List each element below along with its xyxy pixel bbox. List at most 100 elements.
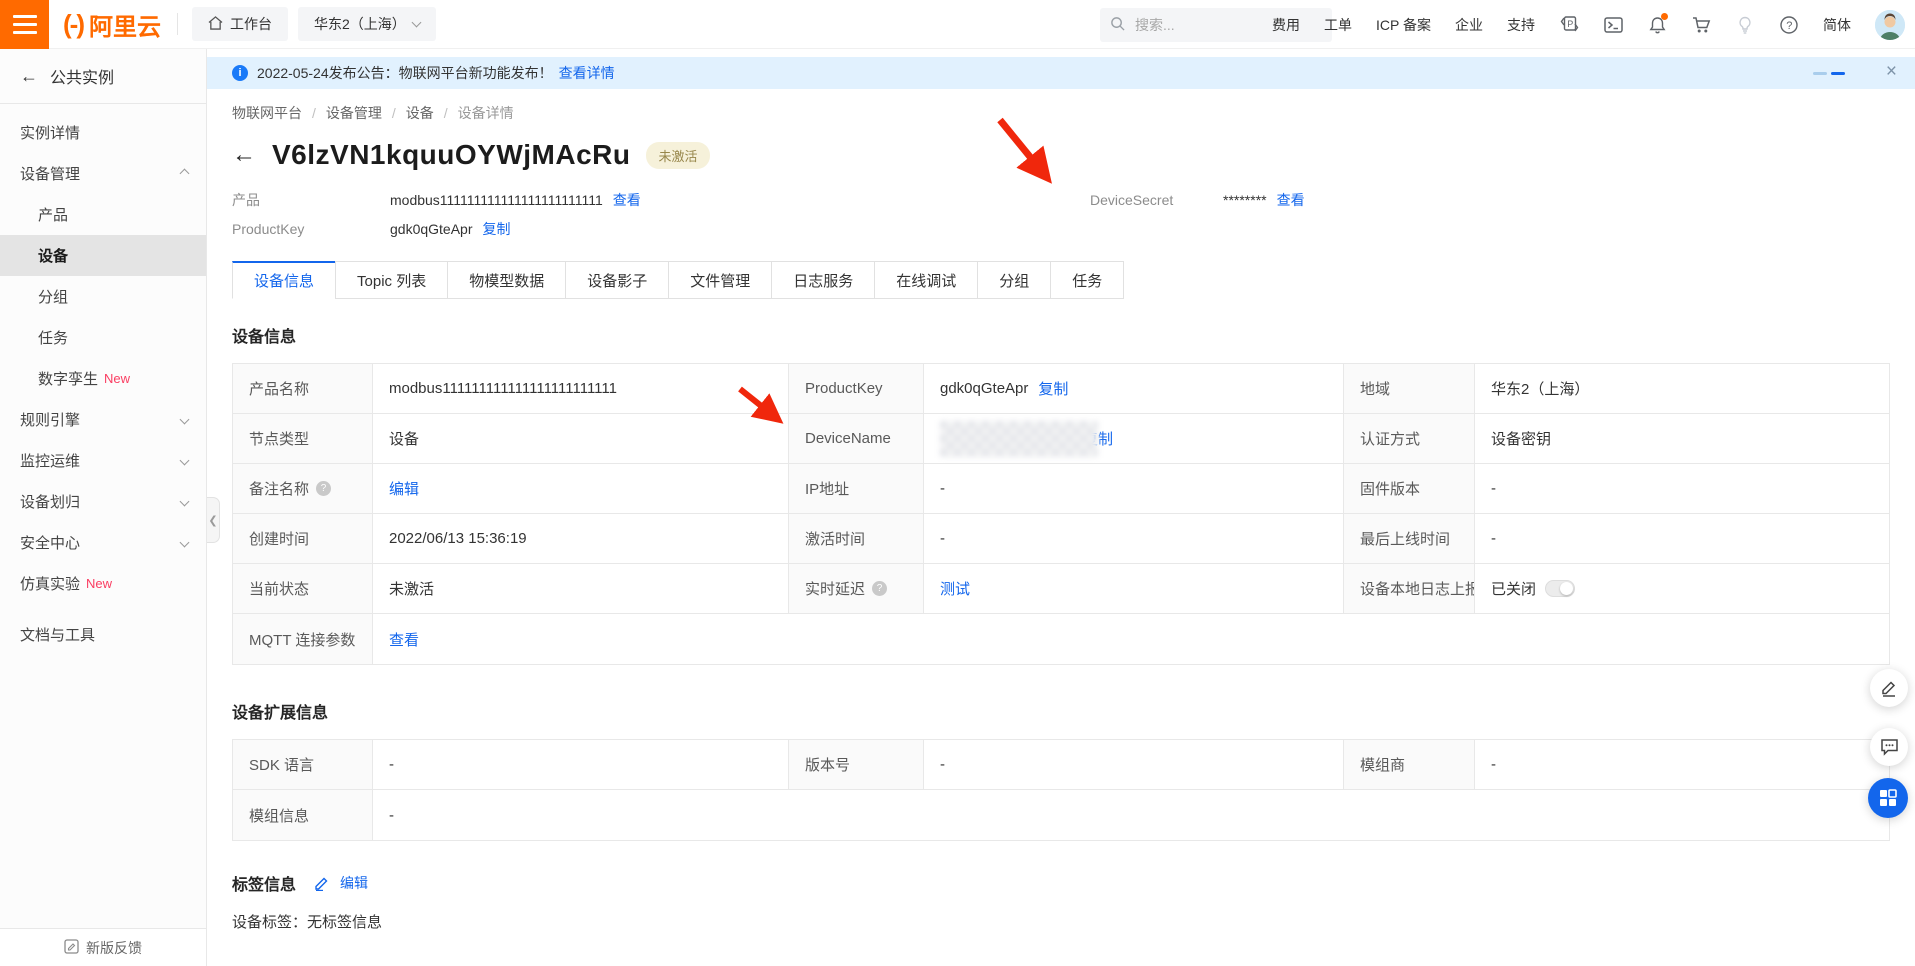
svg-text:?: ? bbox=[1786, 20, 1792, 32]
tab-groups[interactable]: 分组 bbox=[977, 261, 1051, 299]
row-label: 模组信息 bbox=[233, 790, 373, 840]
workbench-button[interactable]: 工作台 bbox=[192, 7, 288, 41]
breadcrumb-devices[interactable]: 设备 bbox=[406, 103, 434, 123]
terminal-icon[interactable] bbox=[1603, 15, 1623, 35]
tab-log-service[interactable]: 日志服务 bbox=[771, 261, 875, 299]
sidebar-collapse-handle[interactable]: ❮ bbox=[207, 497, 220, 543]
table-row: 创建时间 2022/06/13 15:36:19 激活时间 - 最后上线时间 - bbox=[233, 514, 1889, 564]
auth-type-value: 设备密钥 bbox=[1475, 414, 1889, 463]
help-tooltip-icon[interactable]: ? bbox=[316, 481, 331, 496]
edit-pencil-icon[interactable] bbox=[314, 875, 330, 891]
sidebar-item-security-center[interactable]: 安全中心 bbox=[0, 522, 206, 563]
product-view-link[interactable]: 查看 bbox=[613, 190, 641, 210]
tag-edit-link[interactable]: 编辑 bbox=[340, 873, 368, 893]
devicename-label: DeviceName bbox=[789, 414, 924, 463]
ticket-link[interactable]: 工单 bbox=[1324, 15, 1352, 35]
device-tag-value: 无标签信息 bbox=[307, 911, 382, 932]
tab-tsl-data[interactable]: 物模型数据 bbox=[447, 261, 566, 299]
fee-link[interactable]: 费用 bbox=[1272, 15, 1300, 35]
back-arrow-icon[interactable]: ← bbox=[20, 66, 38, 87]
tab-device-info[interactable]: 设备信息 bbox=[232, 261, 336, 299]
productkey-meta-row: ProductKey gdk0qGteApr 复制 bbox=[232, 214, 1890, 243]
realtime-delay-cell: 测试 bbox=[924, 564, 1344, 613]
sidebar-item-digital-twin[interactable]: 数字孪生New bbox=[0, 358, 206, 399]
user-avatar[interactable] bbox=[1875, 10, 1905, 40]
support-link[interactable]: 支持 bbox=[1507, 15, 1535, 35]
edit-link[interactable]: 编辑 bbox=[389, 478, 419, 499]
sidebar-item-simulation[interactable]: 仿真实验New bbox=[0, 563, 206, 604]
region-value: 华东2（上海） bbox=[1475, 364, 1889, 413]
sidebar-item-devices[interactable]: 设备 bbox=[0, 235, 206, 276]
product-name-value: modbus111111111111111111111111 bbox=[373, 364, 789, 413]
apps-grid-float-button[interactable] bbox=[1868, 778, 1908, 818]
api-icon[interactable]: P bbox=[1559, 15, 1579, 35]
table-row: 备注名称? 编辑 IP地址 - 固件版本 - bbox=[233, 464, 1889, 514]
row-label: 固件版本 bbox=[1344, 464, 1475, 513]
row-label: SDK 语言 bbox=[233, 740, 373, 789]
new-badge: New bbox=[86, 576, 112, 591]
home-icon bbox=[208, 16, 223, 33]
device-info-section-title: 设备信息 bbox=[232, 323, 1890, 347]
grid-icon bbox=[1879, 789, 1897, 807]
icp-link[interactable]: ICP 备案 bbox=[1376, 15, 1431, 35]
info-icon: i bbox=[232, 65, 248, 81]
sidebar-item-instance-detail[interactable]: 实例详情 bbox=[0, 112, 206, 153]
tab-file-management[interactable]: 文件管理 bbox=[668, 261, 772, 299]
lightbulb-icon[interactable] bbox=[1735, 15, 1755, 35]
tab-topic-list[interactable]: Topic 列表 bbox=[335, 261, 448, 299]
sidebar-item-rules-engine[interactable]: 规则引擎 bbox=[0, 399, 206, 440]
view-link[interactable]: 查看 bbox=[389, 629, 419, 650]
chat-bubble-icon bbox=[1880, 738, 1899, 756]
local-log-toggle[interactable] bbox=[1545, 580, 1575, 597]
sidebar-item-device-management[interactable]: 设备管理 bbox=[0, 153, 206, 194]
activation-time-value: - bbox=[924, 514, 1344, 563]
copy-link[interactable]: 复制 bbox=[1038, 378, 1068, 399]
row-label: 最后上线时间 bbox=[1344, 514, 1475, 563]
feedback-edit-float-button[interactable] bbox=[1870, 669, 1908, 707]
help-tooltip-icon[interactable]: ? bbox=[872, 581, 887, 596]
tab-online-debug[interactable]: 在线调试 bbox=[874, 261, 978, 299]
row-label: 地域 bbox=[1344, 364, 1475, 413]
banner-page-indicators[interactable] bbox=[1813, 72, 1845, 75]
row-label: IP地址 bbox=[789, 464, 924, 513]
announcement-detail-link[interactable]: 查看详情 bbox=[559, 63, 615, 83]
sidebar-item-monitoring[interactable]: 监控运维 bbox=[0, 440, 206, 481]
row-label: 产品名称 bbox=[233, 364, 373, 413]
chat-float-button[interactable] bbox=[1870, 728, 1908, 766]
sidebar-item-jobs[interactable]: 任务 bbox=[0, 317, 206, 358]
language-switch[interactable]: 简体 bbox=[1823, 15, 1851, 35]
enterprise-link[interactable]: 企业 bbox=[1455, 15, 1483, 35]
table-row: SDK 语言 - 版本号 - 模组商 - bbox=[233, 740, 1889, 790]
test-link[interactable]: 测试 bbox=[940, 578, 970, 599]
sidebar-item-groups[interactable]: 分组 bbox=[0, 276, 206, 317]
breadcrumb-device-management[interactable]: 设备管理 bbox=[326, 103, 382, 123]
back-arrow-icon[interactable]: ← bbox=[232, 143, 256, 167]
instance-name: 公共实例 bbox=[50, 64, 114, 88]
topbar: (-) 阿里云 工作台 华东2（上海） 费用 工单 ICP 备案 企业 支持 bbox=[0, 0, 1915, 49]
hamburger-menu-icon[interactable] bbox=[0, 0, 49, 49]
region-selector[interactable]: 华东2（上海） bbox=[298, 7, 436, 41]
ext-info-table: SDK 语言 - 版本号 - 模组商 - 模组信息 - bbox=[232, 739, 1890, 841]
tab-jobs[interactable]: 任务 bbox=[1050, 261, 1124, 299]
sidebar-header: ← 公共实例 bbox=[0, 49, 206, 104]
sidebar-item-device-assignment[interactable]: 设备划归 bbox=[0, 481, 206, 522]
help-icon[interactable]: ? bbox=[1779, 15, 1799, 35]
table-row: 产品名称 modbus111111111111111111111111 Prod… bbox=[233, 364, 1889, 414]
row-label: 节点类型 bbox=[233, 414, 373, 463]
productkey-copy-link[interactable]: 复制 bbox=[483, 219, 511, 239]
banner-close-icon[interactable]: × bbox=[1886, 61, 1897, 83]
topbar-right: 费用 工单 ICP 备案 企业 支持 P ? 简体 bbox=[1272, 0, 1905, 49]
pencil-icon bbox=[1880, 679, 1898, 697]
table-row: MQTT 连接参数 查看 bbox=[233, 614, 1889, 664]
tab-device-shadow[interactable]: 设备影子 bbox=[565, 261, 669, 299]
feedback-button[interactable]: 新版反馈 bbox=[0, 928, 206, 966]
notification-bell-icon[interactable] bbox=[1647, 15, 1667, 35]
devicesecret-view-link[interactable]: 查看 bbox=[1277, 190, 1305, 210]
sidebar-item-products[interactable]: 产品 bbox=[0, 194, 206, 235]
row-label: MQTT 连接参数 bbox=[233, 614, 373, 664]
sidebar-item-docs-tools[interactable]: 文档与工具 bbox=[0, 614, 206, 655]
productkey-cell: gdk0qGteApr 复制 bbox=[924, 364, 1344, 413]
aliyun-logo[interactable]: (-) 阿里云 bbox=[63, 7, 161, 42]
cart-icon[interactable] bbox=[1691, 15, 1711, 35]
breadcrumb-iot-platform[interactable]: 物联网平台 bbox=[232, 103, 302, 123]
